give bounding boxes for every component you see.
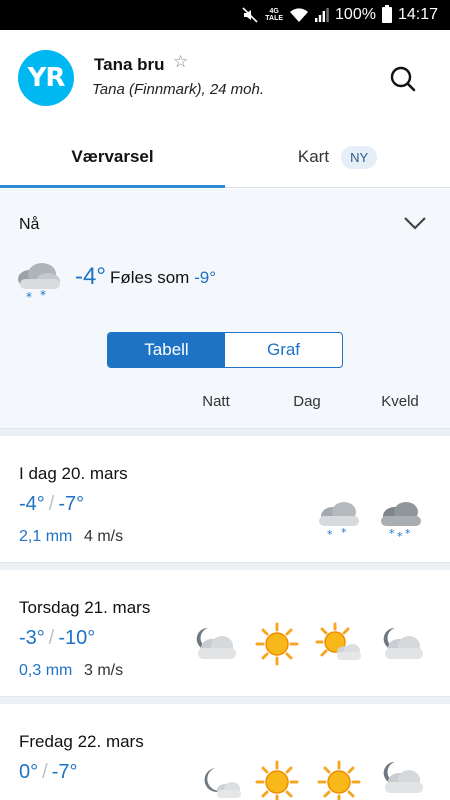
day-row[interactable]: I dag 20. mars -4° / -7° 2,1 mm 4 m/s * * … — [0, 436, 450, 562]
svg-text:*: * — [341, 526, 347, 539]
temp-low: -7° — [51, 761, 78, 783]
yr-logo[interactable]: YR — [18, 50, 74, 106]
app-header: YR Tana bru ☆ Tana (Finnmark), 24 moh. — [0, 30, 450, 126]
day-title: Fredag 22. mars — [19, 732, 144, 751]
tab-forecast-label: Værvarsel — [71, 147, 154, 166]
now-section: Nå * * -4° Føles som -9° Tabell Graf Nat… — [0, 189, 450, 428]
svg-text:*: * — [327, 528, 333, 541]
temp-high: -3° — [19, 627, 45, 649]
divider — [0, 562, 450, 570]
toggle-table[interactable]: Tabell — [108, 333, 225, 367]
sun-icon — [255, 622, 299, 666]
feels-like: Føles som -9° — [110, 268, 216, 288]
view-toggle: Tabell Graf — [107, 332, 343, 368]
now-temperature: -4° — [75, 263, 106, 290]
temp-high: -4° — [19, 493, 45, 515]
day-title: I dag 20. mars — [19, 464, 128, 483]
day-title: Torsdag 21. mars — [19, 598, 151, 617]
sun-icon — [317, 760, 361, 800]
status-bar: 4G TALE 100% 14:17 — [0, 0, 450, 30]
cloud-heavy-snow-icon: * * * — [381, 502, 421, 542]
tab-map[interactable]: Kart NY — [225, 126, 450, 188]
temp-low: -10° — [58, 627, 96, 649]
sun-cloud-icon — [315, 622, 361, 660]
temp-high: 0° — [19, 761, 39, 783]
day-row[interactable]: Fredag 22. mars 0° / -7° — [0, 704, 450, 800]
battery-percent: 100% — [335, 6, 376, 23]
location-subtitle: Tana (Finnmark), 24 moh. — [92, 81, 265, 98]
tab-forecast[interactable]: Værvarsel — [0, 126, 225, 188]
column-night: Natt — [202, 393, 230, 410]
divider — [0, 696, 450, 704]
location-name: Tana bru — [94, 55, 165, 74]
svg-text:*: * — [405, 527, 411, 540]
feels-like-value: -9° — [194, 268, 216, 287]
mute-icon — [242, 7, 258, 23]
day-list: I dag 20. mars -4° / -7° 2,1 mm 4 m/s * * … — [0, 428, 450, 800]
divider — [0, 428, 450, 436]
tab-bar: Værvarsel Kart NY — [0, 126, 450, 188]
column-day: Dag — [293, 393, 321, 410]
search-icon[interactable] — [388, 64, 418, 94]
moon-cloud-icon — [196, 627, 236, 659]
day-temperature: -3° / -10° — [19, 627, 96, 649]
svg-text:*: * — [397, 530, 403, 542]
moon-cloud-icon — [383, 761, 423, 793]
network-type: 4G TALE — [265, 8, 284, 22]
precipitation: 0,3 mm — [19, 662, 73, 679]
cloud-snow-icon: * * — [319, 502, 359, 541]
moon-cloud-small-icon — [204, 768, 241, 798]
new-badge: NY — [341, 145, 378, 169]
signal-icon — [315, 8, 329, 22]
column-evening: Kveld — [381, 393, 419, 410]
toggle-graph[interactable]: Graf — [225, 333, 342, 367]
chevron-down-icon[interactable] — [402, 214, 428, 232]
svg-text:*: * — [389, 527, 395, 540]
now-label: Nå — [19, 216, 40, 233]
wind: 4 m/s — [84, 528, 124, 545]
tab-map-label: Kart — [297, 147, 330, 166]
svg-text:*: * — [26, 290, 32, 304]
battery-icon — [381, 5, 392, 23]
precipitation: 2,1 mm — [19, 528, 73, 545]
wind: 3 m/s — [84, 662, 124, 679]
star-outline-icon[interactable]: ☆ — [173, 52, 188, 72]
day-temperature: -4° / -7° — [19, 493, 85, 515]
moon-cloud-icon — [383, 627, 423, 659]
feels-like-label: Føles som — [110, 268, 190, 287]
clock: 14:17 — [397, 6, 438, 23]
svg-text:*: * — [40, 288, 46, 302]
sun-icon — [255, 760, 299, 800]
day-row[interactable]: Torsdag 21. mars -3° / -10° 0,3 mm 3 m/s — [0, 570, 450, 696]
day-temperature: 0° / -7° — [19, 761, 78, 783]
wifi-icon — [290, 8, 309, 22]
tab-indicator — [0, 185, 225, 188]
cloud-snow-icon: * * — [18, 263, 60, 304]
temp-low: -7° — [58, 493, 85, 515]
